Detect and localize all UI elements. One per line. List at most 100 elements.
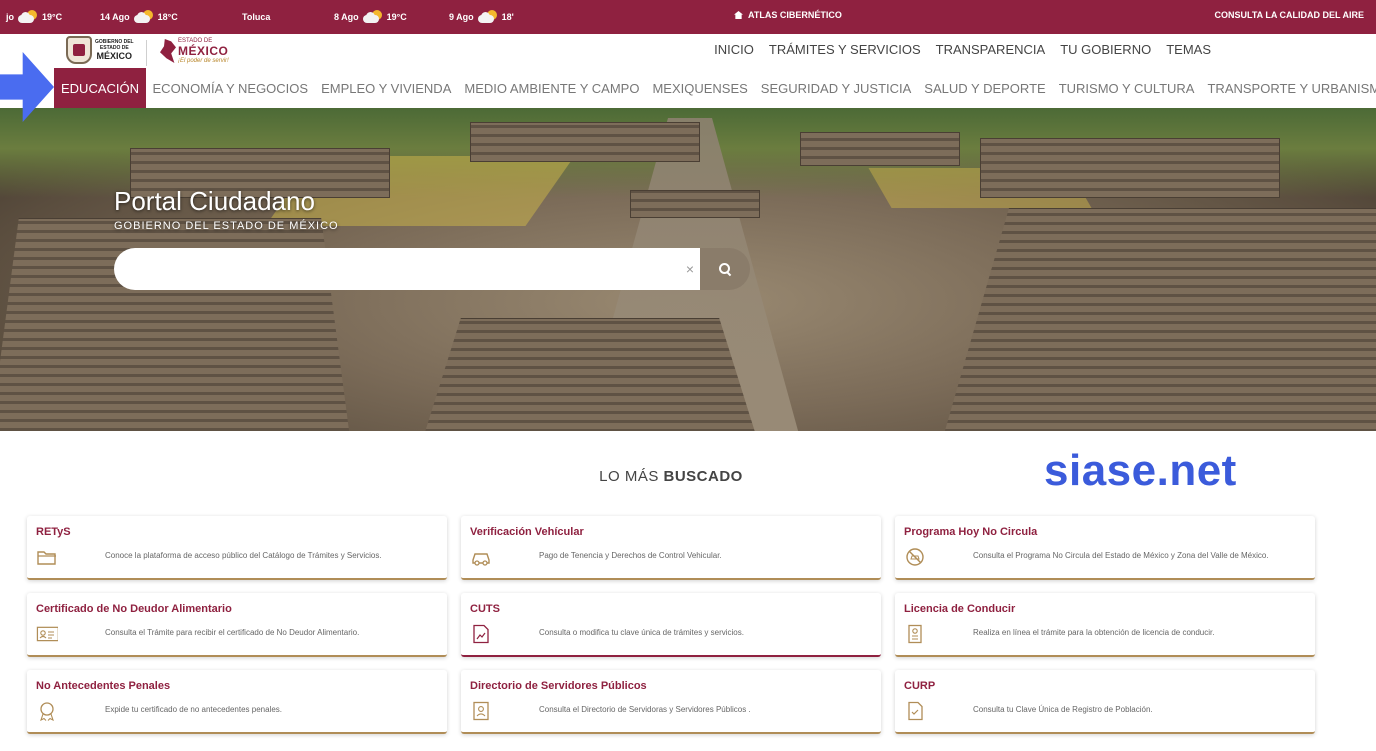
card-no-deudor[interactable]: Certificado de No Deudor Alimentario Con… (27, 593, 447, 657)
card-verificacion[interactable]: Verificación Vehícular Pago de Tenencia … (461, 516, 881, 580)
card-licencia[interactable]: Licencia de Conducir Realiza en línea el… (895, 593, 1315, 657)
directory-icon (470, 701, 492, 721)
weather-temp: 19°C (42, 12, 63, 22)
page-subtitle: GOBIERNO DEL ESTADO DE MÉXICO (114, 220, 339, 232)
air-quality-link[interactable]: CONSULTA LA CALIDAD DEL AIRE (1215, 0, 1365, 30)
card-title: Licencia de Conducir (904, 603, 1016, 615)
clear-icon[interactable]: × (682, 248, 698, 290)
card-title: CUTS (470, 603, 500, 615)
card-curp[interactable]: CURP Consulta tu Clave Única de Registro… (895, 670, 1315, 734)
card-description: Consulta o modifica tu clave única de tr… (539, 628, 744, 637)
site-header: GOBIERNO DEL ESTADO DE MÉXICO ESTADO DE … (0, 34, 1376, 108)
pyramid (940, 208, 1376, 431)
weather-temp: 18°C (157, 12, 178, 22)
certificate-icon (36, 701, 58, 721)
card-description: Conoce la plataforma de acceso público d… (105, 551, 382, 560)
card-description: Realiza en línea el trámite para la obte… (973, 628, 1215, 637)
tab-mexiquenses[interactable]: MEXIQUENSES (646, 68, 754, 108)
weather-item: 14 Ago 18°C (100, 0, 178, 34)
card-description: Pago de Tenencia y Derechos de Control V… (539, 551, 722, 560)
card-title: No Antecedentes Penales (36, 680, 171, 692)
partly-cloudy-icon (477, 10, 498, 24)
search-input[interactable] (114, 248, 700, 290)
logo-big-text: MÉXICO (178, 44, 229, 58)
card-hoy-no-circula[interactable]: Programa Hoy No Circula Consulta el Prog… (895, 516, 1315, 580)
tab-salud[interactable]: SALUD Y DEPORTE (918, 68, 1052, 108)
tab-turismo[interactable]: TURISMO Y CULTURA (1052, 68, 1201, 108)
card-title: CURP (904, 680, 936, 692)
atlas-label: ATLAS CIBERNÉTICO (748, 10, 842, 20)
weather-temp: 19°C (386, 12, 407, 22)
weather-item: 8 Ago 19°C (334, 0, 407, 34)
state-seal-icon (66, 36, 92, 64)
tab-seguridad[interactable]: SEGURIDAD Y JUSTICIA (754, 68, 918, 108)
logo-line: MÉXICO (96, 51, 133, 61)
no-circula-icon (904, 547, 926, 567)
document-chart-icon (470, 624, 492, 644)
nav-inicio[interactable]: INICIO (714, 42, 754, 57)
tab-educacion[interactable]: EDUCACIÓN (54, 68, 147, 108)
weather-place: jo (6, 12, 14, 22)
search-button[interactable] (700, 248, 750, 290)
card-directorio[interactable]: Directorio de Servidores Públicos Consul… (461, 670, 881, 734)
page-title: Portal Ciudadano (114, 186, 315, 216)
home-icon (734, 11, 743, 19)
card-title: RETyS (36, 526, 71, 538)
weather-place: 14 Ago (100, 12, 130, 22)
card-antecedentes[interactable]: No Antecedentes Penales Expide tu certif… (27, 670, 447, 734)
weather-place: 9 Ago (449, 12, 474, 22)
tab-empleo[interactable]: EMPLEO Y VIVIENDA (315, 68, 458, 108)
search-icon (719, 263, 731, 275)
nav-transparencia[interactable]: TRANSPARENCIA (936, 42, 1046, 57)
hero-banner: Portal Ciudadano GOBIERNO DEL ESTADO DE … (0, 108, 1376, 431)
nav-temas[interactable]: TEMAS (1166, 42, 1211, 57)
estado-mexico-logo[interactable]: ESTADO DE MÉXICO ¡El poder de servir! (160, 36, 229, 66)
atlas-link[interactable]: ATLAS CIBERNÉTICO (734, 0, 842, 30)
logo-divider (146, 40, 147, 66)
card-title: Directorio de Servidores Públicos (470, 680, 647, 692)
bird-emblem-icon (160, 39, 176, 63)
card-description: Consulta el Directorio de Servidoras y S… (539, 705, 751, 714)
weather-place: 8 Ago (334, 12, 359, 22)
main-navigation: EDUCACIÓN ECONOMÍA Y NEGOCIOS EMPLEO Y V… (54, 68, 1376, 108)
pyramid (470, 122, 700, 162)
weather-item: 9 Ago 18' (449, 0, 514, 34)
card-description: Consulta tu Clave Única de Registro de P… (973, 705, 1153, 714)
government-logo-text: GOBIERNO DEL ESTADO DE MÉXICO (95, 39, 134, 61)
card-cuts[interactable]: CUTS Consulta o modifica tu clave única … (461, 593, 881, 657)
pyramid (420, 318, 760, 431)
pyramid (980, 138, 1280, 198)
logo-tagline: ¡El poder de servir! (178, 58, 229, 64)
weather-temp: 18' (501, 12, 514, 22)
watermark: siase.net (1044, 446, 1237, 495)
card-title: Certificado de No Deudor Alimentario (36, 603, 232, 615)
card-title: Verificación Vehícular (470, 526, 584, 538)
partly-cloudy-icon (18, 10, 38, 24)
pyramid (800, 132, 960, 166)
nav-tramites[interactable]: TRÁMITES Y SERVICIOS (769, 42, 921, 57)
weather-item: jo 19°C (6, 0, 62, 34)
card-description: Consulta el Programa No Circula del Esta… (973, 551, 1269, 560)
card-description: Consulta el Trámite para recibir el cert… (105, 628, 360, 637)
nav-tu-gobierno[interactable]: TU GOBIERNO (1060, 42, 1151, 57)
weather-item: Toluca (242, 0, 270, 34)
license-icon (904, 624, 926, 644)
card-description: Expide tu certificado de no antecedentes… (105, 705, 283, 714)
partly-cloudy-icon (362, 10, 383, 24)
weather-bar: jo 19°C 14 Ago 18°C Toluca 8 Ago 19°C 9 … (0, 0, 1376, 34)
folder-icon (36, 547, 58, 567)
pyramid (630, 190, 760, 218)
tab-economia[interactable]: ECONOMÍA Y NEGOCIOS (146, 68, 315, 108)
tab-medio-ambiente[interactable]: MEDIO AMBIENTE Y CAMPO (458, 68, 646, 108)
card-retys[interactable]: RETyS Conoce la plataforma de acceso púb… (27, 516, 447, 580)
estado-logo-text: ESTADO DE MÉXICO ¡El poder de servir! (178, 36, 229, 66)
card-title: Programa Hoy No Circula (904, 526, 1038, 538)
id-card-icon (36, 624, 58, 644)
curp-document-icon (904, 701, 926, 721)
partly-cloudy-icon (133, 10, 154, 24)
car-icon (470, 547, 492, 567)
tab-transporte[interactable]: TRANSPORTE Y URBANISMO (1201, 68, 1376, 108)
section-title-bold: BUSCADO (663, 468, 743, 485)
government-logo[interactable]: GOBIERNO DEL ESTADO DE MÉXICO (66, 36, 134, 64)
section-title-prefix: LO MÁS (599, 468, 664, 485)
